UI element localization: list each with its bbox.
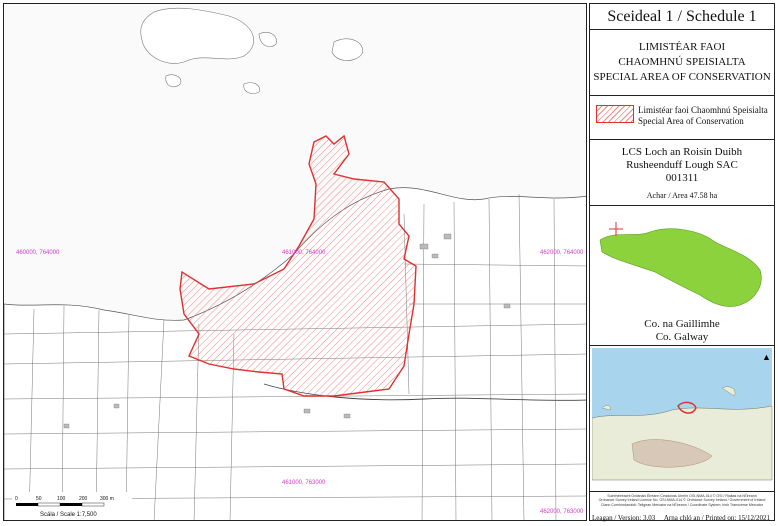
sac-type-block: LIMISTÉAR FAOI CHAOMHNÚ SPEISIALTA SPECI… <box>590 30 774 96</box>
legend-irish: Limistéar faoi Chaomhnú Speisialta <box>638 105 768 115</box>
version-text: Leagan / Version: 3.03 <box>592 514 656 522</box>
county-english: Co. Galway <box>655 331 709 343</box>
island-outline <box>243 82 260 94</box>
sac-type-irish-1: LIMISTÉAR FAOI <box>638 41 726 53</box>
main-map[interactable]: 460000, 764000 461000, 764000 462000, 76… <box>3 3 587 521</box>
printed-date: Arna chló an / Printed on: 15/12/2021 <box>663 514 770 522</box>
sac-name-irish: LCS Loch an Roisín Duibh <box>621 146 743 158</box>
grid-label: 461000, 764000 <box>282 250 326 256</box>
scale-bar: 0 50 100 200 300 m Scála / Scale 1:7,500 <box>12 492 132 520</box>
county-map <box>599 222 762 307</box>
scale-tick: 0 <box>15 496 18 502</box>
legend: Limistéar faoi Chaomhnú Speisialta Speci… <box>590 96 774 140</box>
sac-name-block: LCS Loch an Roisín Duibh Rusheenduff Lou… <box>590 140 774 206</box>
overview-map: ▲ <box>592 348 773 481</box>
sac-boundary <box>179 134 417 397</box>
schedule-title: Sceideal 1 / Schedule 1 <box>590 4 774 30</box>
north-arrow-icon: ▲ <box>762 352 771 362</box>
sac-name-english: Rusheenduff Lough SAC <box>626 159 738 171</box>
scale-tick: 100 <box>57 496 66 502</box>
island-outline <box>140 7 254 64</box>
county-block: Co. na Gaillimhe Co. Galway <box>590 206 774 346</box>
map-canvas <box>4 7 586 520</box>
legend-panel: Sceideal 1 / Schedule 1 LIMISTÉAR FAOI C… <box>589 3 775 522</box>
grid-label: 462000, 763000 <box>540 509 584 515</box>
scale-text: Scála / Scale 1:7,500 <box>40 512 97 518</box>
overview-map-block: ▲ <box>590 346 774 492</box>
sac-type-irish-2: CHAOMHNÚ SPEISIALTA <box>618 56 746 68</box>
grid-label: 462000, 764000 <box>540 250 584 256</box>
copyright-line: Clann Comhordanáidí: Teilgean Mercator n… <box>600 502 764 507</box>
site-code: 001311 <box>665 172 699 184</box>
island-outline <box>165 74 182 88</box>
area-text: Achar / Area 47.58 ha <box>646 191 718 200</box>
county-irish: Co. na Gaillimhe <box>644 318 720 330</box>
sac-type-english: SPECIAL AREA OF CONSERVATION <box>593 71 771 83</box>
legend-english: Special Area of Conservation <box>638 116 744 126</box>
footer-block: Suirbhéireacht Ordanáis Éireann Ceadúnas… <box>590 492 774 522</box>
island-outline <box>258 32 277 47</box>
island-outline <box>331 38 363 61</box>
grid-label: 461000, 763000 <box>282 480 326 486</box>
scale-tick: 200 <box>79 496 88 502</box>
sac-hatch-swatch <box>596 105 634 123</box>
scale-tick: 50 <box>36 496 42 502</box>
scale-tick: 300 m <box>100 496 114 502</box>
grid-label: 460000, 764000 <box>16 250 60 256</box>
